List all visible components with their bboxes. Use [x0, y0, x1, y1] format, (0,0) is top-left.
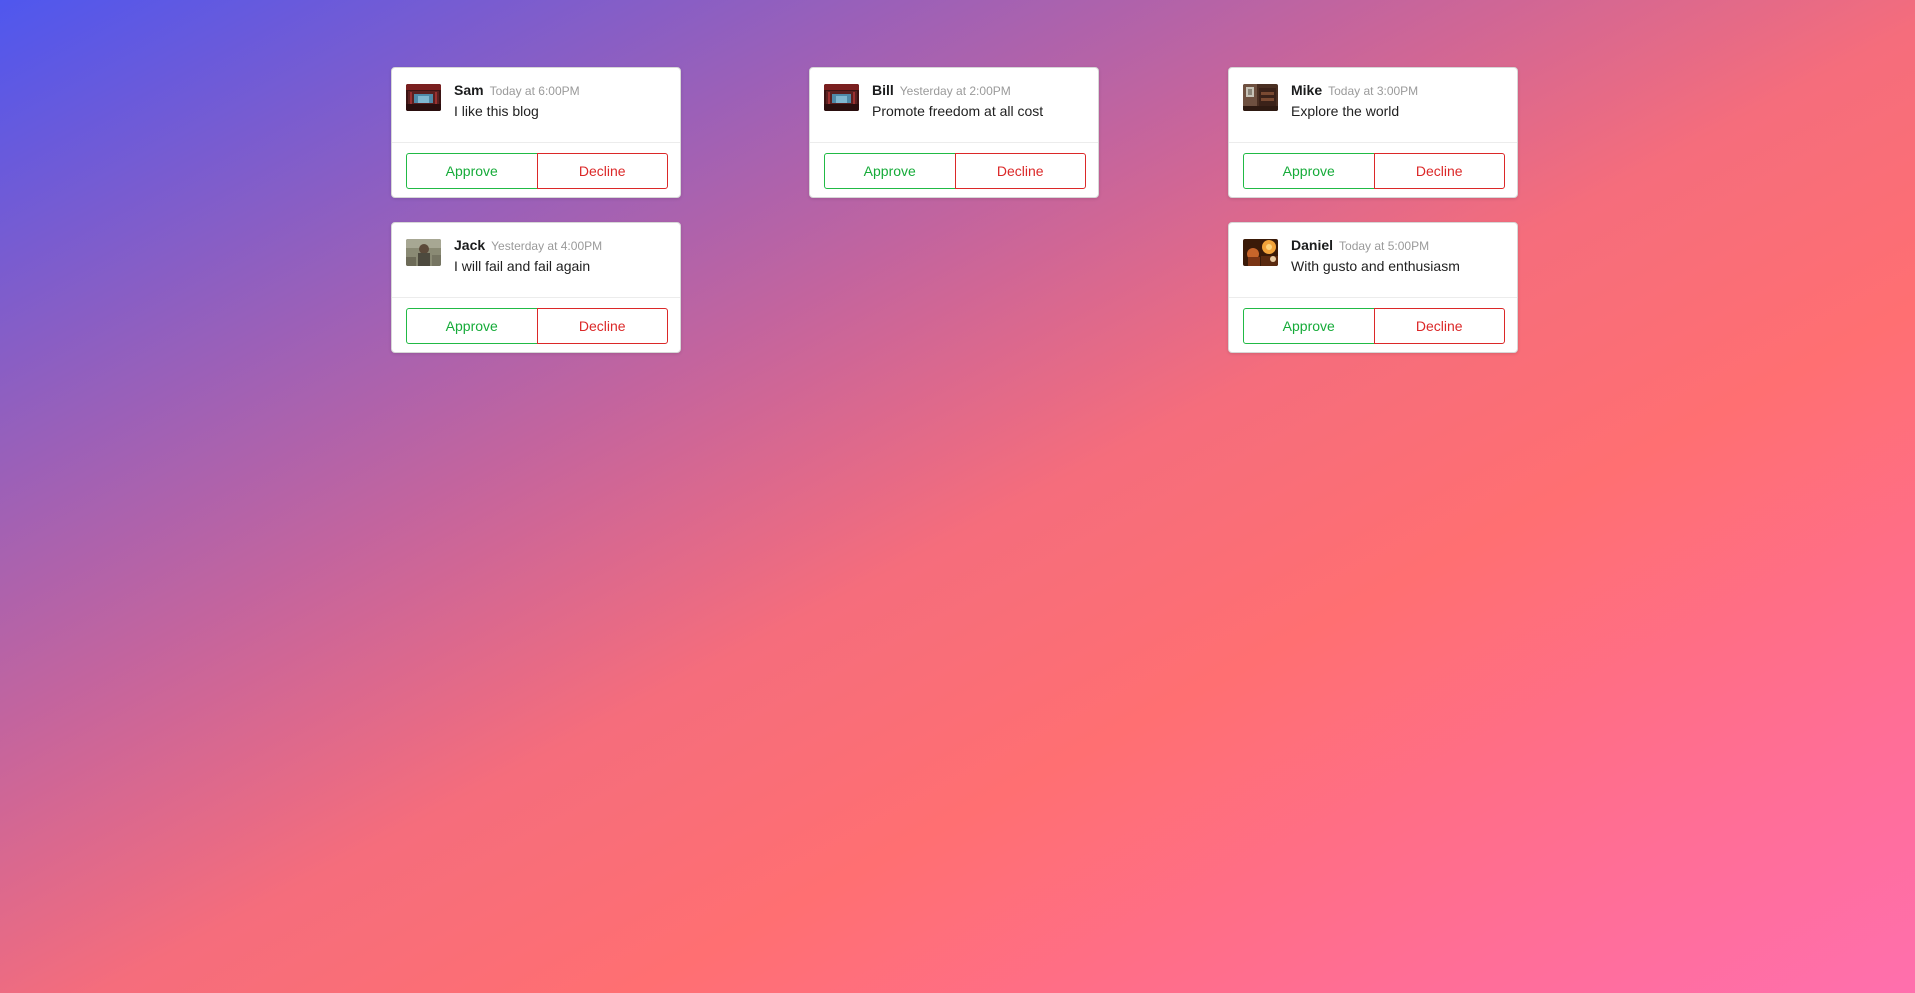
comment-text: Explore the world: [1291, 103, 1400, 119]
approval-card: Mike Today at 3:00PM Explore the world Ap…: [1228, 67, 1518, 198]
decline-button[interactable]: Decline: [536, 153, 668, 189]
author-line: Jack Yesterday at 4:00PM: [454, 237, 602, 255]
author-name[interactable]: Sam: [454, 82, 484, 98]
approval-card: Daniel Today at 5:00PM With gusto and ent…: [1228, 222, 1518, 353]
comment-date: Today at 6:00PM: [489, 84, 580, 98]
avatar: [1243, 84, 1278, 111]
approval-card: Jack Yesterday at 4:00PM I will fail and …: [391, 222, 681, 353]
approval-card: Bill Yesterday at 2:00PM Promote freedom …: [809, 67, 1099, 198]
author-name[interactable]: Bill: [872, 82, 894, 98]
approve-button[interactable]: Approve: [1243, 153, 1375, 189]
approval-card: Sam Today at 6:00PM I like this blog Appr…: [391, 67, 681, 198]
comment-text: With gusto and enthusiasm: [1291, 258, 1460, 274]
card-content: Sam Today at 6:00PM I like this blog: [392, 68, 680, 143]
author-line: Mike Today at 3:00PM: [1291, 82, 1418, 100]
author-line: Bill Yesterday at 2:00PM: [872, 82, 1011, 100]
decline-button[interactable]: Decline: [1373, 153, 1505, 189]
approve-button[interactable]: Approve: [824, 153, 956, 189]
comment-text: I like this blog: [454, 103, 539, 119]
author-line: Sam Today at 6:00PM: [454, 82, 580, 100]
action-buttons: Approve Decline: [406, 153, 668, 189]
action-buttons: Approve Decline: [1243, 153, 1505, 189]
author-name[interactable]: Daniel: [1291, 237, 1333, 253]
avatar: [406, 84, 441, 111]
card-content: Bill Yesterday at 2:00PM Promote freedom …: [810, 68, 1098, 143]
action-buttons: Approve Decline: [406, 308, 668, 344]
decline-button[interactable]: Decline: [536, 308, 668, 344]
avatar: [1243, 239, 1278, 266]
decline-button[interactable]: Decline: [954, 153, 1086, 189]
decline-button[interactable]: Decline: [1373, 308, 1505, 344]
comment-date: Today at 5:00PM: [1339, 239, 1430, 253]
comment-text: Promote freedom at all cost: [872, 103, 1044, 119]
action-buttons: Approve Decline: [824, 153, 1086, 189]
avatar: [406, 239, 441, 266]
comment-date: Yesterday at 4:00PM: [491, 239, 603, 253]
comment-text: I will fail and fail again: [454, 258, 591, 274]
action-buttons: Approve Decline: [1243, 308, 1505, 344]
approve-button[interactable]: Approve: [406, 308, 538, 344]
author-name[interactable]: Jack: [454, 237, 485, 253]
author-line: Daniel Today at 5:00PM: [1291, 237, 1429, 255]
card-content: Mike Today at 3:00PM Explore the world: [1229, 68, 1517, 143]
approve-button[interactable]: Approve: [406, 153, 538, 189]
author-name[interactable]: Mike: [1291, 82, 1322, 98]
comment-date: Yesterday at 2:00PM: [899, 84, 1011, 98]
comment-date: Today at 3:00PM: [1328, 84, 1419, 98]
card-content: Daniel Today at 5:00PM With gusto and ent…: [1229, 223, 1517, 298]
avatar: [824, 84, 859, 111]
approve-button[interactable]: Approve: [1243, 308, 1375, 344]
card-content: Jack Yesterday at 4:00PM I will fail and …: [392, 223, 680, 298]
